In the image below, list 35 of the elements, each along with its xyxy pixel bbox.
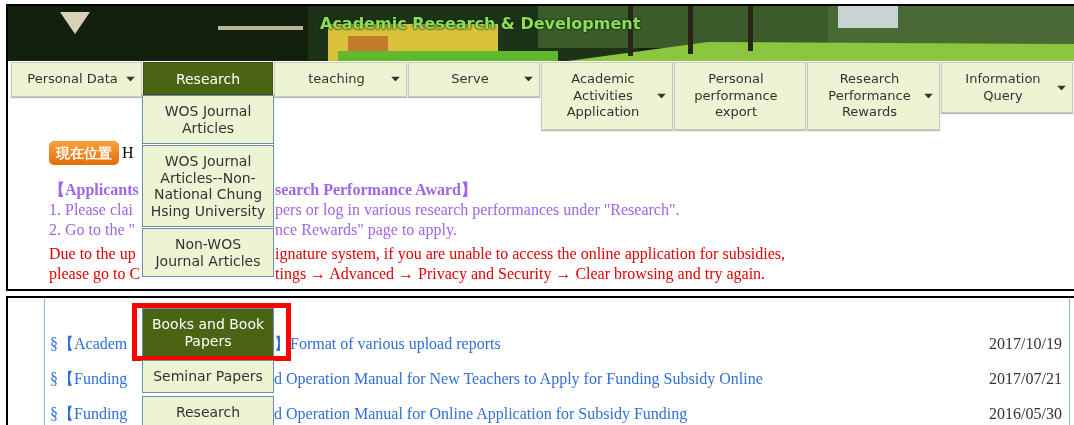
announcement-link[interactable]: d Operation Manual for Online Application for Subsidy Funding bbox=[274, 401, 688, 425]
menu-item[interactable]: Books and Book Papers bbox=[142, 308, 274, 357]
text-fragment: 【Applicants bbox=[49, 179, 140, 200]
nav-tab[interactable]: Research bbox=[143, 62, 273, 95]
date-text: 2017/10/19 bbox=[989, 333, 1062, 354]
text-fragment: 2. Go to the " bbox=[49, 219, 137, 240]
nav-tab[interactable]: Serve bbox=[408, 62, 540, 97]
text-fragment: 1. Please clai bbox=[49, 199, 134, 220]
announcement-link[interactable]: §【Funding bbox=[50, 401, 142, 425]
text-fragment: search Performance Award】 bbox=[275, 179, 477, 200]
nav-tab[interactable]: Personal Data bbox=[11, 62, 142, 97]
announcement-link[interactable]: 】Format of various upload reports bbox=[274, 331, 501, 356]
text-fragment: please go to C bbox=[49, 263, 142, 284]
location-badge: 現在位置 bbox=[49, 140, 119, 165]
text-fragment: pers or log in various research performances under "Research". bbox=[275, 199, 680, 220]
announcement-link[interactable]: d Operation Manual for New Teachers to Apply for Funding Subsidy Online bbox=[274, 366, 763, 391]
menu-item[interactable]: WOS Journal Articles--Non-National Chung Hsing University bbox=[142, 145, 274, 227]
text-fragment: Due to the up bbox=[49, 243, 137, 264]
nav-tab[interactable]: Research Performance Rewards bbox=[807, 62, 940, 130]
breadcrumb-text: H bbox=[122, 142, 134, 163]
menu-item[interactable]: WOS Journal Articles bbox=[142, 95, 274, 144]
announcement-link[interactable]: §【Funding bbox=[50, 366, 142, 391]
nav-tab[interactable]: Academic Activities Application bbox=[541, 62, 673, 130]
announcement-link[interactable]: §【Academ bbox=[50, 331, 142, 356]
nav-tab[interactable]: Information Query bbox=[941, 62, 1073, 113]
nav-tab[interactable]: teaching bbox=[274, 62, 407, 97]
date-text: 2016/05/30 bbox=[989, 403, 1062, 424]
nav-tab[interactable]: Personal performance export bbox=[674, 62, 806, 130]
text-fragment: tings → Advanced → Privacy and Security → Clear browsing and try again. bbox=[275, 263, 766, 284]
menu-item[interactable]: Research bbox=[142, 395, 274, 425]
date-text: 2017/07/21 bbox=[989, 368, 1062, 389]
menu-item[interactable]: Seminar Papers bbox=[142, 360, 274, 393]
menu-item[interactable]: Non-WOS Journal Articles bbox=[142, 228, 274, 277]
text-fragment: nce Rewards" page to apply. bbox=[275, 219, 457, 240]
text-fragment: ignature system, if you are unable to access the online application for subsidies, bbox=[275, 243, 786, 264]
